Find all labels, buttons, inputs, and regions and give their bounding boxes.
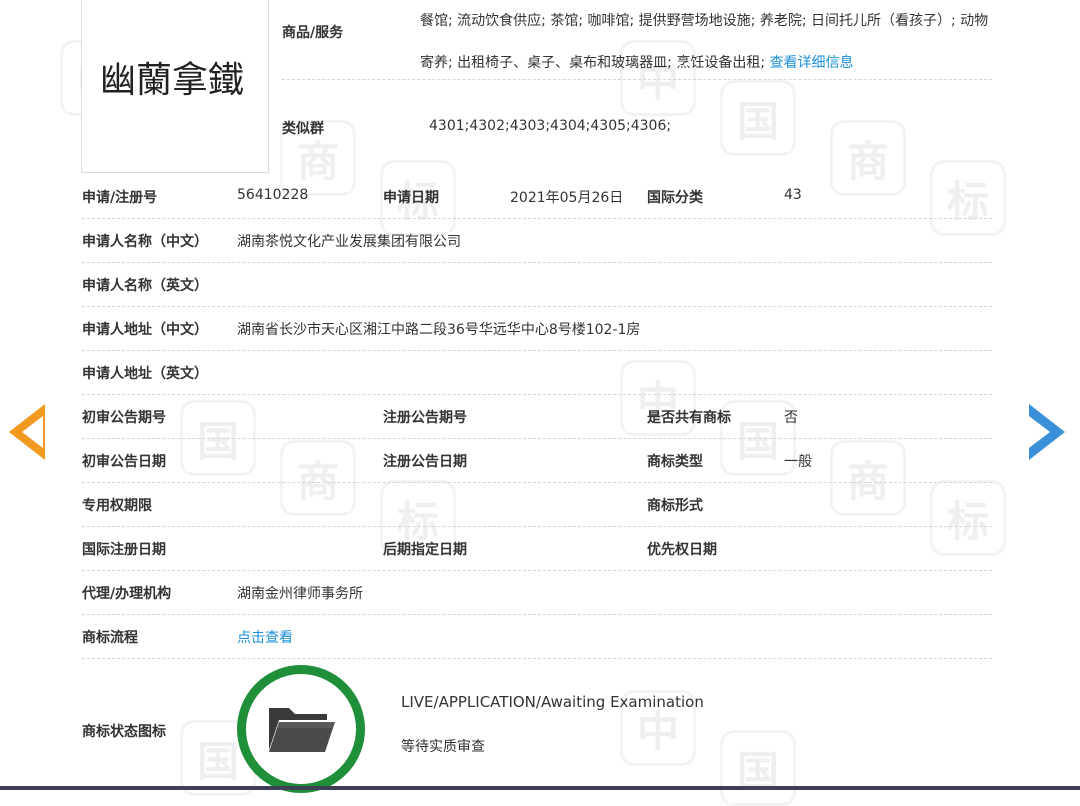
calligraphy-logo: 幽蘭拿鐵 (100, 60, 244, 101)
row-divider (82, 614, 992, 615)
status-text-en: LIVE/APPLICATION/Awaiting Examination (401, 693, 704, 711)
row-divider (82, 658, 992, 659)
app-date-value: 2021年05月26日 (510, 190, 624, 206)
row-divider (82, 350, 992, 351)
agent-label: 代理/办理机构 (82, 586, 172, 602)
arrow-left-icon-inner (22, 416, 43, 448)
row-divider (82, 482, 992, 483)
trademark-detail: 幽蘭拿鐵 商品/服务 餐馆; 流动饮食供应; 茶馆; 咖啡馆; 提供野营场地设施… (0, 0, 1080, 793)
goods-services-value: 餐馆; 流动饮食供应; 茶馆; 咖啡馆; 提供野营场地设施; 养老院; 日间托儿… (420, 0, 990, 84)
goods-services-label: 商品/服务 (282, 25, 344, 41)
tm-form-label: 商标形式 (647, 498, 703, 514)
priority-date-label: 优先权日期 (647, 542, 717, 558)
prelim-pub-no-label: 初审公告期号 (82, 410, 166, 426)
similar-group-label: 类似群 (282, 121, 324, 137)
row-divider (282, 79, 992, 80)
row-divider (82, 438, 992, 439)
row-divider (82, 570, 992, 571)
goods-services-text: 餐馆; 流动饮食供应; 茶馆; 咖啡馆; 提供野营场地设施; 养老院; 日间托儿… (420, 13, 989, 71)
row-divider (82, 262, 992, 263)
status-badge (237, 665, 365, 793)
tm-flow-label: 商标流程 (82, 630, 138, 646)
address-cn-label: 申请人地址（中文） (82, 322, 208, 338)
trademark-logo-image: 幽蘭拿鐵 (81, 0, 269, 173)
later-date-label: 后期指定日期 (383, 542, 467, 558)
svg-text:幽蘭拿鐵: 幽蘭拿鐵 (100, 60, 244, 101)
row-divider (82, 526, 992, 527)
tm-flow-link[interactable]: 点击查看 (237, 627, 293, 647)
reg-no-label: 申请/注册号 (82, 190, 158, 206)
folder-icon (269, 708, 335, 752)
applicant-en-label: 申请人名称（英文） (82, 278, 208, 294)
exclusive-term-label: 专用权期限 (82, 498, 152, 514)
reg-no-value: 56410228 (237, 187, 309, 203)
status-icon-label: 商标状态图标 (82, 724, 166, 740)
address-cn-value: 湖南省长沙市天心区湘江中路二段36号华远华中心8号楼102-1房 (237, 322, 641, 338)
intl-class-value: 43 (784, 187, 802, 203)
intl-class-label: 国际分类 (647, 190, 703, 206)
row-divider (82, 394, 992, 395)
shared-tm-value: 否 (784, 410, 798, 426)
row-divider (82, 306, 992, 307)
view-details-link[interactable]: 查看详细信息 (770, 55, 854, 71)
applicant-cn-value: 湖南茶悦文化产业发展集团有限公司 (237, 234, 461, 250)
applicant-cn-label: 申请人名称（中文） (82, 234, 208, 250)
arrow-right-icon-inner (1029, 416, 1050, 448)
reg-pub-date-label: 注册公告日期 (383, 454, 467, 470)
prelim-pub-date-label: 初审公告日期 (82, 454, 166, 470)
shared-tm-label: 是否共有商标 (647, 410, 731, 426)
address-en-label: 申请人地址（英文） (82, 366, 208, 382)
tm-type-value: 一般 (784, 454, 812, 470)
reg-pub-no-label: 注册公告期号 (383, 410, 467, 426)
row-divider (82, 218, 992, 219)
similar-group-value: 4301;4302;4303;4304;4305;4306; (429, 118, 672, 134)
bottom-bar (0, 786, 1080, 790)
app-date-label: 申请日期 (383, 190, 439, 206)
agent-value: 湖南金州律师事务所 (237, 586, 363, 602)
intl-reg-date-label: 国际注册日期 (82, 542, 166, 558)
status-text-cn: 等待实质审查 (401, 739, 485, 755)
tm-type-label: 商标类型 (647, 454, 703, 470)
